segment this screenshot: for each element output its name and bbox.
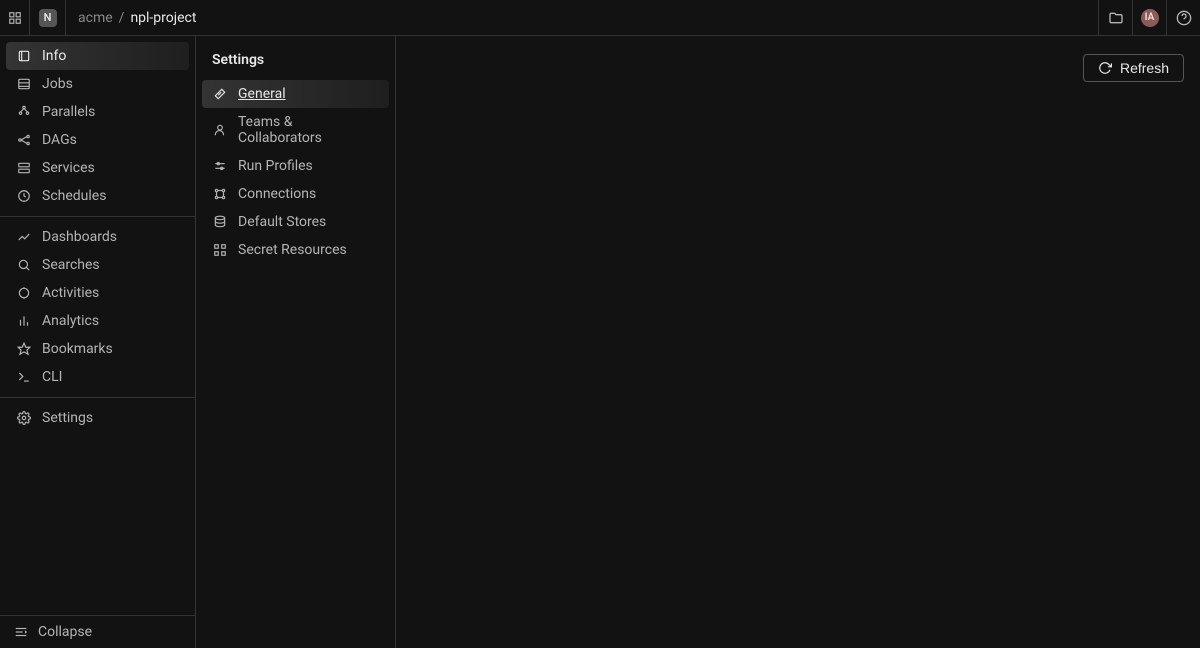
sidebar-item-cli[interactable]: CLI <box>6 363 189 391</box>
database-icon <box>212 214 228 230</box>
project-chip[interactable]: N <box>30 0 66 35</box>
bookmarks-icon <box>16 341 32 357</box>
settings-item-run-profiles[interactable]: Run Profiles <box>202 152 389 180</box>
sliders-icon <box>212 158 228 174</box>
sidebar-item-jobs[interactable]: Jobs <box>6 70 189 98</box>
project-initial-badge: N <box>39 9 57 27</box>
sidebar-item-label: Services <box>42 160 95 176</box>
sidebar-item-schedules[interactable]: Schedules <box>6 182 189 210</box>
refresh-button[interactable]: Refresh <box>1083 54 1184 82</box>
folder-button[interactable] <box>1098 0 1132 35</box>
sidebar-item-label: Jobs <box>42 76 73 92</box>
sidebar-item-activities[interactable]: Activities <box>6 279 189 307</box>
main-content: Refresh <box>396 36 1200 648</box>
sidebar-item-label: Dashboards <box>42 229 117 245</box>
settings-item-default-stores[interactable]: Default Stores <box>202 208 389 236</box>
settings-item-general[interactable]: General <box>202 80 389 108</box>
collapse-label: Collapse <box>38 624 92 640</box>
activities-icon <box>16 285 32 301</box>
info-icon <box>16 48 32 64</box>
sidebar-nav: Info Jobs Parallels <box>0 36 195 615</box>
searches-icon <box>16 257 32 273</box>
analytics-icon <box>16 313 32 329</box>
settings-item-label: Teams & Collaborators <box>238 114 379 146</box>
breadcrumb-project[interactable]: npl-project <box>130 10 196 26</box>
grid-alt-icon <box>212 242 228 258</box>
breadcrumb-org[interactable]: acme <box>78 10 113 26</box>
settings-item-label: Default Stores <box>238 214 326 230</box>
sidebar-item-dashboards[interactable]: Dashboards <box>6 223 189 251</box>
settings-item-label: Connections <box>238 186 316 202</box>
header-left: N acme / npl-project <box>0 0 196 35</box>
sidebar-item-label: CLI <box>42 369 62 385</box>
settings-item-teams[interactable]: Teams & Collaborators <box>202 108 389 152</box>
sidebar-item-bookmarks[interactable]: Bookmarks <box>6 335 189 363</box>
sidebar-item-label: Parallels <box>42 104 95 120</box>
user-avatar-button[interactable]: IA <box>1132 0 1166 35</box>
gear-icon <box>16 410 32 426</box>
sidebar-item-label: Schedules <box>42 188 106 204</box>
user-icon <box>212 122 228 138</box>
sidebar-item-settings[interactable]: Settings <box>6 404 189 432</box>
sidebar-item-parallels[interactable]: Parallels <box>6 98 189 126</box>
refresh-icon <box>1098 61 1112 75</box>
dags-icon <box>16 132 32 148</box>
settings-item-secret-resources[interactable]: Secret Resources <box>202 236 389 264</box>
refresh-label: Refresh <box>1120 60 1169 76</box>
settings-item-connections[interactable]: Connections <box>202 180 389 208</box>
settings-subnav-title: Settings <box>202 52 389 80</box>
folder-icon <box>1108 10 1124 26</box>
settings-item-label: Secret Resources <box>238 242 347 258</box>
sidebar-item-searches[interactable]: Searches <box>6 251 189 279</box>
sidebar-item-analytics[interactable]: Analytics <box>6 307 189 335</box>
settings-item-label: General <box>238 86 286 102</box>
parallels-icon <box>16 104 32 120</box>
sidebar-item-label: DAGs <box>42 132 77 148</box>
sidebar-divider <box>0 397 195 398</box>
sidebar-divider <box>0 216 195 217</box>
sidebar-item-label: Analytics <box>42 313 99 329</box>
dashboards-icon <box>16 229 32 245</box>
primary-sidebar: Info Jobs Parallels <box>0 36 196 648</box>
sidebar-item-label: Info <box>42 48 66 64</box>
sidebar-item-label: Searches <box>42 257 100 273</box>
services-icon <box>16 160 32 176</box>
sidebar-item-label: Bookmarks <box>42 341 113 357</box>
breadcrumb-separator: / <box>119 10 125 26</box>
collapse-sidebar-button[interactable]: Collapse <box>0 615 195 648</box>
connections-icon <box>212 186 228 202</box>
sidebar-item-label: Activities <box>42 285 99 301</box>
collapse-icon <box>14 625 28 639</box>
settings-subnav: Settings General Teams & Collaborators R… <box>196 36 396 648</box>
schedules-icon <box>16 188 32 204</box>
cli-icon <box>16 369 32 385</box>
avatar: IA <box>1141 9 1159 27</box>
apps-menu-button[interactable] <box>0 0 30 35</box>
sidebar-item-info[interactable]: Info <box>6 42 189 70</box>
jobs-icon <box>16 76 32 92</box>
sidebar-item-services[interactable]: Services <box>6 154 189 182</box>
sidebar-item-dags[interactable]: DAGs <box>6 126 189 154</box>
app-header: N acme / npl-project IA <box>0 0 1200 36</box>
settings-item-label: Run Profiles <box>238 158 313 174</box>
help-button[interactable] <box>1166 0 1200 35</box>
help-icon <box>1176 10 1192 26</box>
breadcrumbs: acme / npl-project <box>66 10 196 26</box>
wand-icon <box>212 86 228 102</box>
header-right: IA <box>1098 0 1200 35</box>
sidebar-item-label: Settings <box>42 410 93 426</box>
grid-icon <box>8 11 22 25</box>
